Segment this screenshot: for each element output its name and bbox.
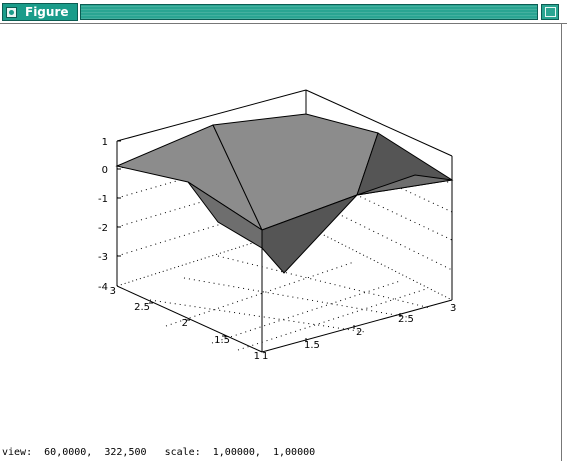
scale-x: 1,00000, <box>212 447 261 458</box>
z-tick-label: 1 <box>102 137 108 148</box>
maximize-icon[interactable] <box>541 4 559 20</box>
floor-gridline <box>183 277 408 318</box>
floor-grid <box>149 255 431 351</box>
y-tick-label: 3 <box>110 286 116 297</box>
z-axis-ticks: 1 0 -1 -2 -3 -4 <box>98 137 108 293</box>
x-tick-label: 1.5 <box>304 340 320 351</box>
bottom-back-edge-right <box>305 225 453 301</box>
z-tick-label: -1 <box>98 194 108 205</box>
x-tick-label: 2.5 <box>398 314 414 325</box>
y-tick-label: 1.5 <box>214 335 230 346</box>
y-tick-label: 2.5 <box>134 302 150 313</box>
surface-plot[interactable]: 1 0 -1 -2 -3 -4 3 2.5 2 1.5 1 1 1.5 2 2.… <box>0 24 561 444</box>
surface <box>115 113 454 274</box>
y-tick-label: 1 <box>254 351 260 362</box>
x-tick-label: 3 <box>450 303 456 314</box>
scale-z: 1,00000 <box>272 447 316 458</box>
scale-label: scale: <box>164 447 201 458</box>
view-rot-x: 60,0000, <box>44 447 93 458</box>
floor-gridline <box>211 280 401 344</box>
x-tick-label: 1 <box>262 351 268 362</box>
window-menu-icon[interactable] <box>6 7 17 18</box>
floor-gridline <box>165 261 355 327</box>
z-tick-label: 0 <box>102 165 108 176</box>
status-bar: view: 60,0000, 322,500 scale: 1,00000, 1… <box>2 446 315 459</box>
z-tick-label: -3 <box>98 252 108 263</box>
y-axis-ticks: 3 2.5 2 1.5 1 <box>110 286 260 362</box>
view-rot-z: 322,500 <box>104 447 147 458</box>
z-tick-label: -4 <box>98 282 108 293</box>
z-tick-label: -2 <box>98 223 108 234</box>
x-tick-label: 2 <box>356 327 362 338</box>
view-label: view: <box>2 447 33 458</box>
title-bar-drag-area[interactable] <box>80 4 538 20</box>
y-tick-label: 2 <box>182 318 188 329</box>
title-bar[interactable]: Figure 1 <box>0 0 567 36</box>
title-tab[interactable]: Figure 1 <box>2 3 78 36</box>
window-border <box>561 24 567 461</box>
front-bottom-edge-left <box>116 285 263 353</box>
